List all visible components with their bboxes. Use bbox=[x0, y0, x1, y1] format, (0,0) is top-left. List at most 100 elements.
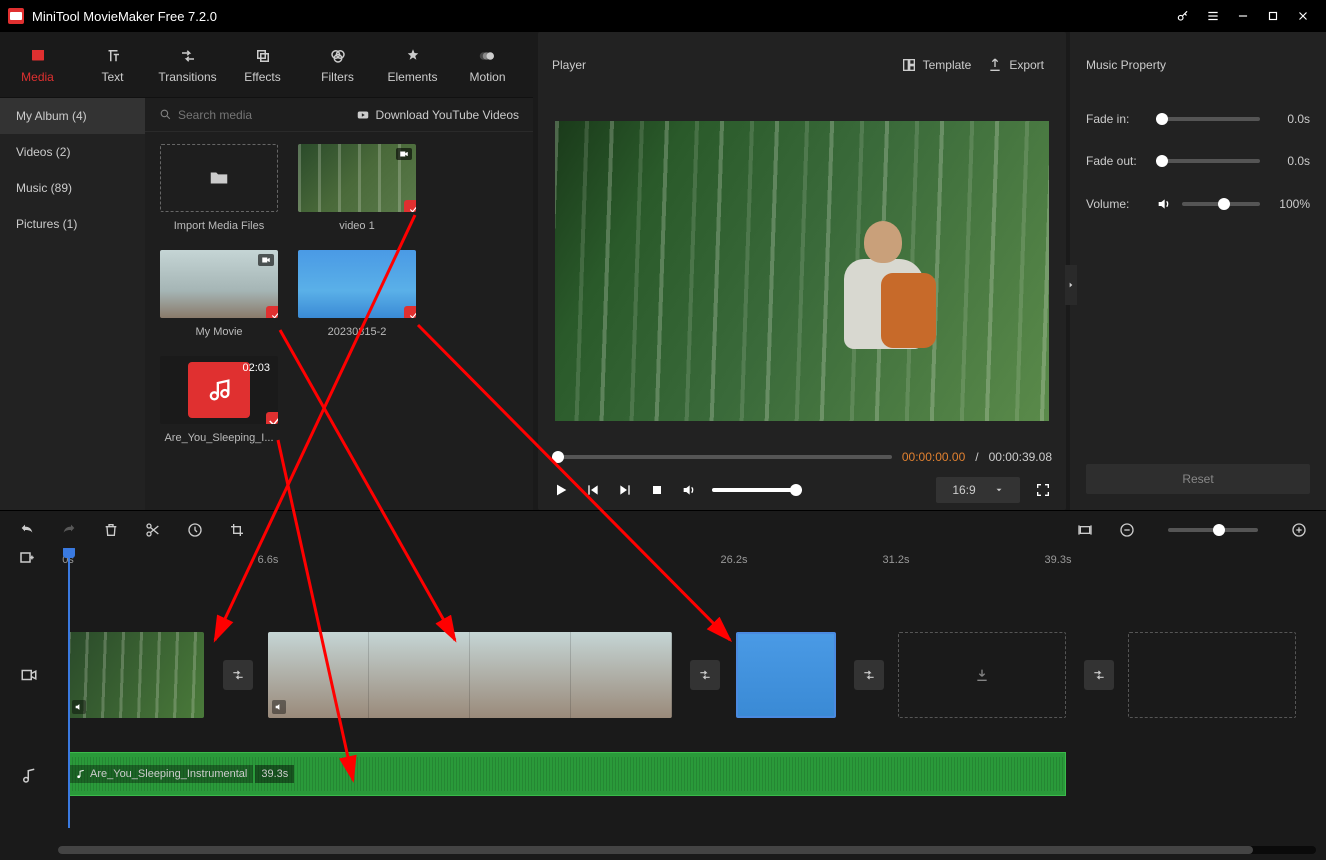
play-button[interactable] bbox=[552, 481, 570, 499]
add-track-button[interactable] bbox=[18, 550, 40, 572]
timeline-ruler[interactable]: 0s 6.6s 26.2s 31.2s 39.3s bbox=[58, 548, 1326, 578]
search-wrap bbox=[159, 108, 298, 122]
menu-icon[interactable] bbox=[1198, 1, 1228, 31]
expand-panel-button[interactable] bbox=[1065, 265, 1077, 305]
timeline-clip-clip2[interactable] bbox=[736, 632, 836, 718]
zoom-in-button[interactable] bbox=[1290, 521, 1308, 539]
transition-slot[interactable] bbox=[223, 660, 253, 690]
aspect-label: 16:9 bbox=[952, 483, 975, 497]
video-track-lane[interactable] bbox=[58, 632, 1326, 718]
sidebar-item-music[interactable]: Music (89) bbox=[0, 170, 145, 206]
fit-button[interactable] bbox=[1076, 521, 1094, 539]
zoom-out-button[interactable] bbox=[1118, 521, 1136, 539]
export-button[interactable]: Export bbox=[979, 53, 1052, 77]
download-youtube-link[interactable]: Download YouTube Videos bbox=[356, 108, 519, 122]
prev-frame-button[interactable] bbox=[584, 481, 602, 499]
audio-clip-label: Are_You_Sleeping_Instrumental bbox=[69, 765, 253, 783]
tab-effects-label: Effects bbox=[244, 70, 280, 84]
timeline-scrollbar[interactable] bbox=[58, 846, 1316, 854]
export-label: Export bbox=[1009, 58, 1044, 72]
minimize-button[interactable] bbox=[1228, 1, 1258, 31]
fullscreen-button[interactable] bbox=[1034, 481, 1052, 499]
timeline-clip-mymovie[interactable] bbox=[268, 632, 672, 718]
undo-button[interactable] bbox=[18, 521, 36, 539]
tab-media[interactable]: Media bbox=[0, 32, 75, 97]
import-label: Import Media Files bbox=[174, 220, 264, 232]
titlebar: MiniTool MovieMaker Free 7.2.0 bbox=[0, 0, 1326, 32]
tab-transitions[interactable]: Transitions bbox=[150, 32, 225, 97]
ruler-mark: 26.2s bbox=[721, 554, 748, 566]
timeline-drop-slot[interactable] bbox=[1128, 632, 1296, 718]
video1-thumb[interactable] bbox=[298, 144, 416, 212]
timeline-clip-video1[interactable] bbox=[68, 632, 204, 718]
transition-slot[interactable] bbox=[1084, 660, 1114, 690]
fadeout-value: 0.0s bbox=[1270, 154, 1310, 168]
template-button[interactable]: Template bbox=[893, 53, 980, 77]
volume-button[interactable] bbox=[680, 481, 698, 499]
audio-track-lane[interactable]: Are_You_Sleeping_Instrumental 39.3s bbox=[58, 752, 1326, 800]
transitions-icon bbox=[178, 46, 198, 66]
import-media-item[interactable]: Import Media Files bbox=[159, 144, 279, 232]
zoom-slider[interactable] bbox=[1168, 528, 1258, 532]
mymovie-thumb[interactable] bbox=[160, 250, 278, 318]
seek-slider[interactable] bbox=[552, 455, 892, 459]
motion-icon bbox=[478, 46, 498, 66]
tab-motion[interactable]: Motion bbox=[450, 32, 525, 97]
fadein-slider[interactable] bbox=[1156, 117, 1260, 121]
redo-button[interactable] bbox=[60, 521, 78, 539]
volume-prop-slider[interactable] bbox=[1182, 202, 1260, 206]
video-track-icon bbox=[0, 666, 58, 684]
sidebar-item-myalbum[interactable]: My Album (4) bbox=[0, 98, 145, 134]
preview-viewport[interactable] bbox=[555, 121, 1049, 421]
check-icon bbox=[404, 306, 416, 318]
check-icon bbox=[404, 200, 416, 212]
tab-transitions-label: Transitions bbox=[158, 70, 216, 84]
tool-tabs: Media Text Transitions Effects Filters E… bbox=[0, 32, 533, 98]
maximize-button[interactable] bbox=[1258, 1, 1288, 31]
tab-text[interactable]: Text bbox=[75, 32, 150, 97]
close-button[interactable] bbox=[1288, 1, 1318, 31]
crop-button[interactable] bbox=[228, 521, 246, 539]
media-icon bbox=[28, 46, 48, 66]
media-item-mymovie[interactable]: My Movie bbox=[159, 250, 279, 338]
timeline-drop-slot[interactable] bbox=[898, 632, 1066, 718]
transition-slot[interactable] bbox=[854, 660, 884, 690]
tab-filters[interactable]: Filters bbox=[300, 32, 375, 97]
media-item-audio[interactable]: 02:03 Are_You_Sleeping_I... bbox=[159, 356, 279, 444]
fadeout-slider[interactable] bbox=[1156, 159, 1260, 163]
search-input[interactable] bbox=[178, 108, 298, 122]
sidebar-item-pictures[interactable]: Pictures (1) bbox=[0, 206, 145, 242]
youtube-icon bbox=[356, 108, 370, 122]
app-icon bbox=[8, 8, 24, 24]
audio-thumb[interactable]: 02:03 bbox=[160, 356, 278, 424]
video-badge-icon bbox=[258, 254, 274, 266]
volume-slider[interactable] bbox=[712, 488, 802, 492]
delete-button[interactable] bbox=[102, 521, 120, 539]
next-frame-button[interactable] bbox=[616, 481, 634, 499]
tab-elements[interactable]: Elements bbox=[375, 32, 450, 97]
import-thumb[interactable] bbox=[160, 144, 278, 212]
search-icon bbox=[159, 108, 172, 121]
split-button[interactable] bbox=[144, 521, 162, 539]
speaker-icon[interactable] bbox=[1156, 196, 1172, 212]
text-icon bbox=[103, 46, 123, 66]
sidebar-item-videos[interactable]: Videos (2) bbox=[0, 134, 145, 170]
playhead[interactable] bbox=[68, 548, 70, 828]
clip2-label: 20230815-2 bbox=[328, 326, 387, 338]
aspect-ratio-select[interactable]: 16:9 bbox=[936, 477, 1020, 503]
speed-button[interactable] bbox=[186, 521, 204, 539]
fadeout-label: Fade out: bbox=[1086, 154, 1146, 168]
reset-button[interactable]: Reset bbox=[1086, 464, 1310, 494]
media-item-video1[interactable]: video 1 bbox=[297, 144, 417, 232]
key-icon[interactable] bbox=[1168, 1, 1198, 31]
stop-button[interactable] bbox=[648, 481, 666, 499]
tab-effects[interactable]: Effects bbox=[225, 32, 300, 97]
timeline[interactable]: 0s 6.6s 26.2s 31.2s 39.3s Are_You_Slee bbox=[0, 548, 1326, 858]
elements-icon bbox=[403, 46, 423, 66]
player-title: Player bbox=[552, 58, 586, 72]
time-current: 00:00:00.00 bbox=[902, 450, 965, 464]
timeline-audio-clip[interactable]: Are_You_Sleeping_Instrumental 39.3s bbox=[68, 752, 1066, 796]
clip2-thumb[interactable] bbox=[298, 250, 416, 318]
media-item-clip2[interactable]: 20230815-2 bbox=[297, 250, 417, 338]
transition-slot[interactable] bbox=[690, 660, 720, 690]
